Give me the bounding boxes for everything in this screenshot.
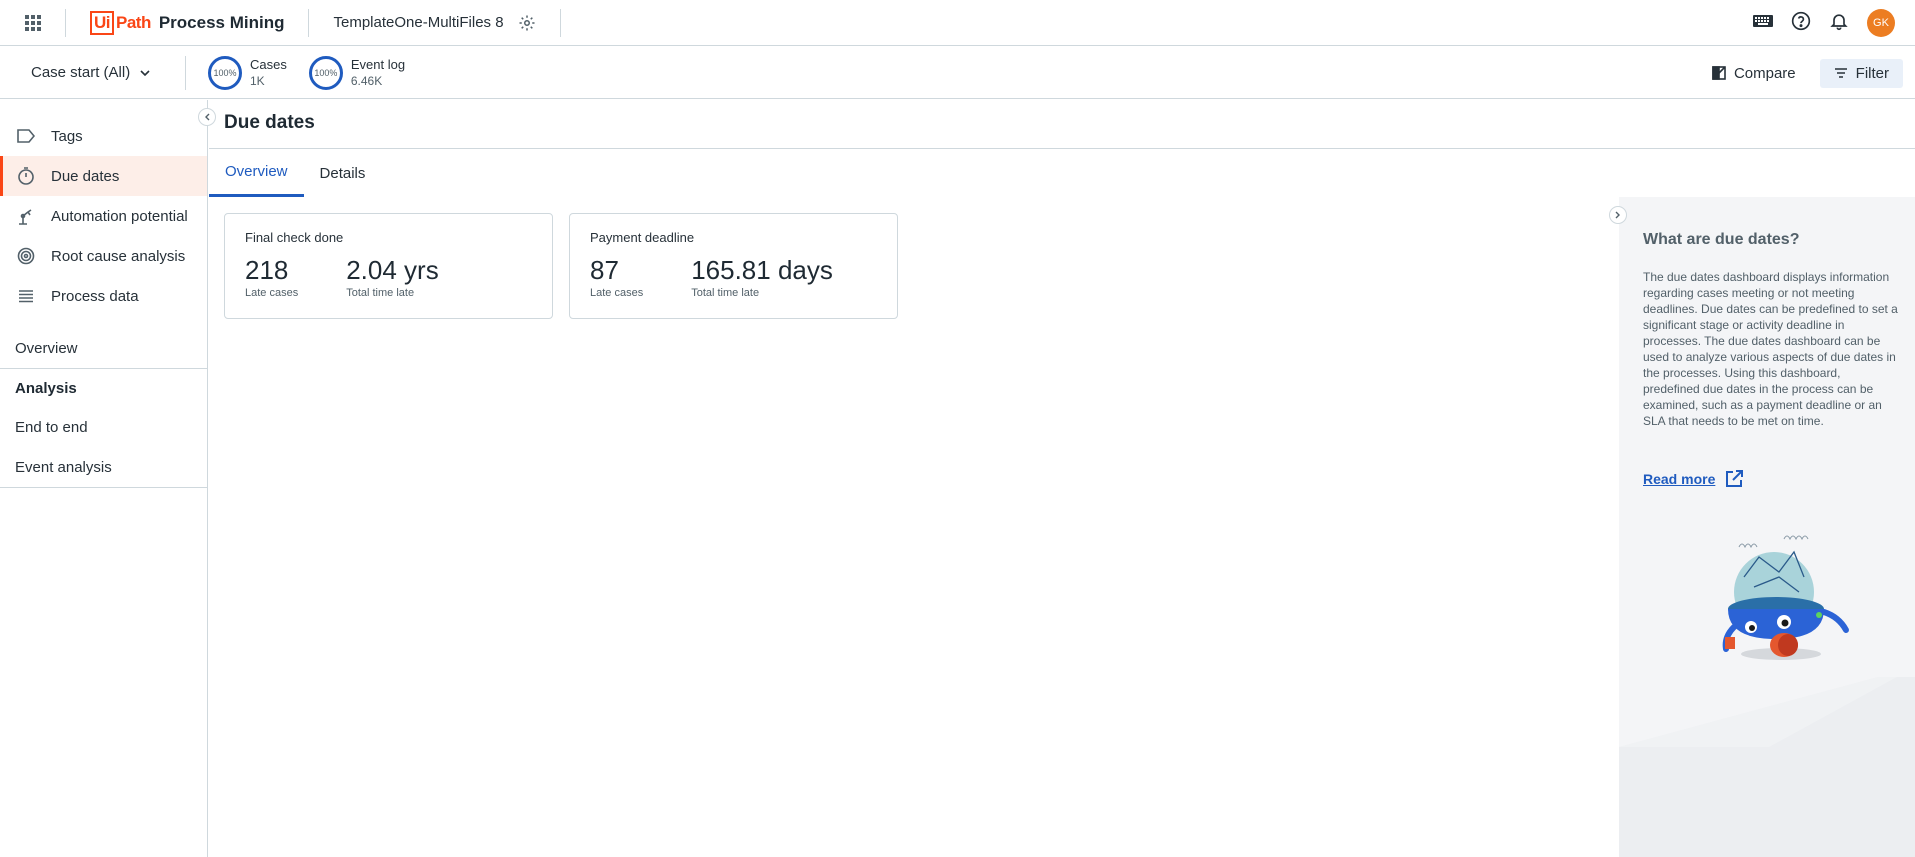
late-cases-label: Late cases [245,287,299,299]
keyboard-icon [1753,14,1773,27]
help-icon [1791,11,1811,30]
sidebar-item-label: Due dates [51,167,120,185]
list-icon [16,286,36,306]
event-log-value: 6.46K [350,73,383,88]
sidebar-link-overview[interactable]: Overview [0,328,207,368]
read-more-link[interactable]: Read more [1643,470,1744,488]
toggle-info-panel-button[interactable] [1609,206,1627,224]
sidebar-section-analysis: Analysis [15,379,77,397]
event-log-percent-ring: 100% [308,55,343,90]
sidebar: Tags Due dates Automation potential Root… [0,100,208,857]
kpi-card-payment-deadline[interactable]: Payment deadline 87 Late cases 165.81 da… [569,213,898,319]
case-start-dropdown[interactable]: Case start (All) [31,64,185,81]
grid-icon [24,14,41,31]
gear-icon [519,15,535,30]
info-panel-text: The due dates dashboard displays informa… [1643,270,1898,428]
kpi-card-final-check-done[interactable]: Final check done 218 Late cases 2.04 yrs… [224,213,553,319]
filter-button[interactable]: Filter [1819,58,1903,88]
sidebar-item-label: Tags [51,127,83,145]
sidebar-item-automation-potential[interactable]: Automation potential [0,196,207,236]
sidebar-item-due-dates[interactable]: Due dates [0,156,207,196]
title-divider [209,148,1915,149]
header-divider [559,8,561,37]
sidebar-item-tags[interactable]: Tags [0,116,207,156]
app-name: TemplateOne-MultiFiles 8 [333,14,504,31]
keyboard-shortcuts-button[interactable] [1753,13,1773,34]
sidebar-item-label: Process data [51,287,139,305]
compare-label: Compare [1733,64,1796,82]
notifications-button[interactable] [1829,11,1849,36]
header-actions: GK [1753,0,1895,46]
read-more-label: Read more [1643,471,1716,487]
robot-mascot-illustration [1722,535,1849,660]
info-panel: What are due dates? The due dates dashbo… [1619,197,1915,857]
chevron-down-icon [140,69,150,76]
sidebar-link-event-analysis[interactable]: Event analysis [0,447,207,487]
apps-menu-button[interactable] [0,8,66,37]
total-time-late-label: Total time late [346,287,415,299]
cases-label: Cases [250,56,287,72]
tag-icon [16,126,36,146]
bell-icon [1830,13,1848,30]
compare-icon [1712,66,1726,80]
chevron-right-icon [1615,211,1620,219]
filter-bar: Case start (All) 100% Cases 1K 100% Even… [0,47,1915,99]
card-title: Payment deadline [590,230,695,245]
filter-icon [1834,68,1847,78]
tab-overview[interactable]: Overview [209,149,304,197]
page-title: Due dates [224,112,315,133]
total-time-late-value: 165.81 days [691,255,833,285]
filter-label: Filter [1855,64,1889,82]
total-time-late-label: Total time late [691,287,760,299]
app-settings-button[interactable] [518,14,536,32]
external-link-icon [1726,470,1744,487]
floor-decoration [1619,677,1915,857]
timer-icon [16,166,36,186]
sidebar-item-process-data[interactable]: Process data [0,276,207,316]
late-cases-value: 218 [245,255,289,285]
user-avatar[interactable]: GK [1867,9,1895,37]
logo-ui: Ui [90,10,114,35]
uipath-logo[interactable]: Ui Path Process Mining [90,10,285,35]
collapse-sidebar-button[interactable] [198,108,216,126]
late-cases-value: 87 [590,255,619,285]
robot-arm-icon [16,206,36,226]
filterbar-actions: Compare Filter [1702,47,1903,99]
card-title: Final check done [245,230,344,245]
sidebar-item-root-cause-analysis[interactable]: Root cause analysis [0,236,207,276]
sidebar-item-label: Automation potential [51,207,188,225]
chevron-left-icon [205,113,210,121]
product-name: Process Mining [158,12,285,32]
sidebar-link-end-to-end[interactable]: End to end [0,407,207,447]
sidebar-item-label: Root cause analysis [51,247,186,265]
dashboard-tabs: Overview Details [209,149,381,197]
late-cases-label: Late cases [590,287,644,299]
cases-metric[interactable]: 100% Cases 1K [208,55,287,90]
cases-value: 1K [250,73,265,88]
compare-button[interactable]: Compare [1702,59,1806,88]
tab-details[interactable]: Details [304,149,382,197]
event-log-label: Event log [350,56,406,72]
case-start-label: Case start (All) [31,64,131,81]
header-divider [308,8,310,37]
info-panel-title: What are due dates? [1643,231,1800,248]
total-time-late-value: 2.04 yrs [346,255,439,285]
event-log-metric[interactable]: 100% Event log 6.46K [308,55,406,90]
help-button[interactable] [1791,11,1811,36]
sidebar-divider [0,487,207,488]
top-header: Ui Path Process Mining TemplateOne-Multi… [0,0,1915,46]
cases-percent-ring: 100% [208,55,242,90]
filterbar-divider [185,55,186,90]
target-icon [16,246,36,266]
logo-path: Path [116,12,151,32]
